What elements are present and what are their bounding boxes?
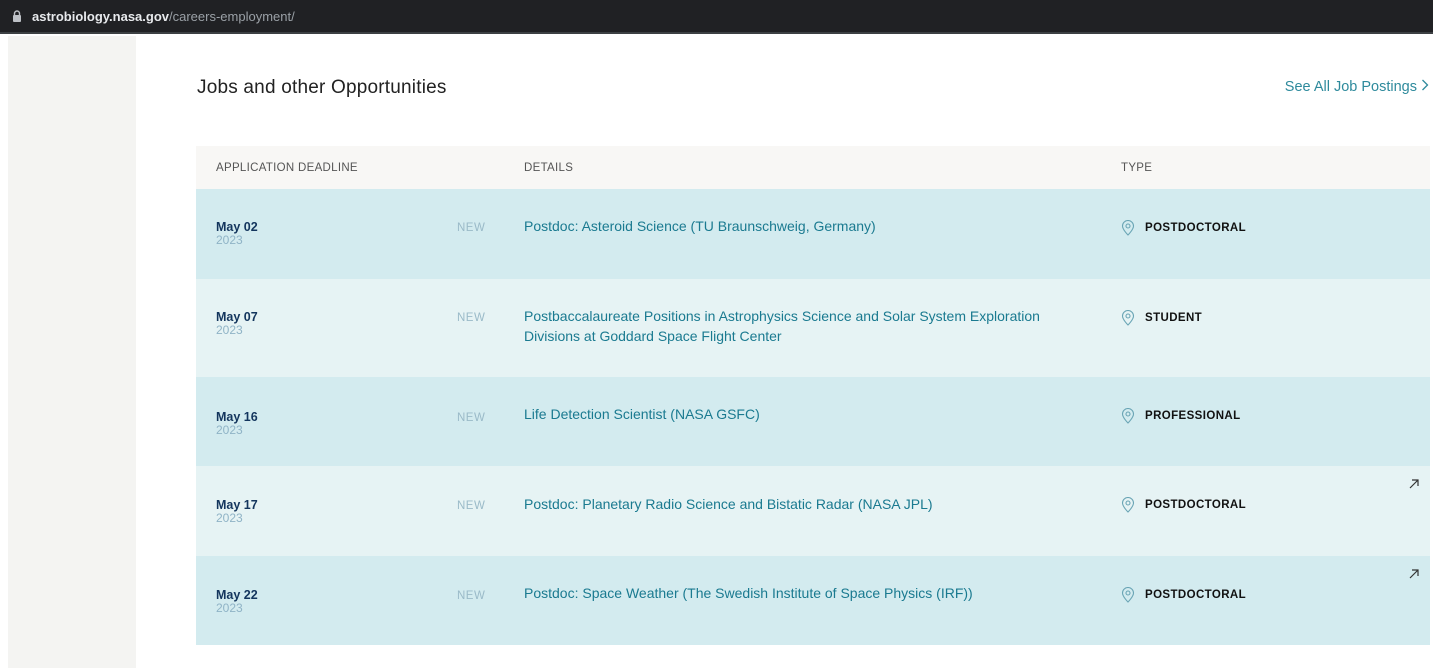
url-path: /careers-employment/ (169, 8, 295, 24)
table-row[interactable]: May 02 2023 NEW Postdoc: Asteroid Science… (196, 189, 1430, 279)
jobs-table: APPLICATION DEADLINE DETAILS TYPE May 02… (196, 146, 1430, 645)
type-label: POSTDOCTORAL (1145, 589, 1247, 601)
location-pin-icon (1121, 220, 1135, 236)
row-year: 2023 (216, 233, 243, 247)
job-title-link[interactable]: Postdoc: Planetary Radio Science and Bis… (524, 494, 1064, 514)
section-title: Jobs and other Opportunities (197, 77, 447, 98)
type-label: POSTDOCTORAL (1145, 222, 1247, 234)
url-domain: astrobiology.nasa.gov (32, 8, 170, 24)
row-type: STUDENT (1121, 310, 1202, 326)
header-details: DETAILS (524, 161, 574, 174)
row-date: May 16 2023 (216, 410, 258, 437)
table-row[interactable]: May 07 2023 NEW Postbaccalaureate Positio… (196, 279, 1430, 377)
job-title-link[interactable]: Postdoc: Space Weather (The Swedish Inst… (524, 583, 1064, 603)
new-badge: NEW (457, 500, 486, 512)
job-title-link[interactable]: Postbaccalaureate Positions in Astrophys… (524, 306, 1064, 346)
row-date: May 07 2023 (216, 310, 258, 337)
header-deadline: APPLICATION DEADLINE (216, 161, 358, 174)
new-badge: NEW (457, 412, 486, 424)
row-type: POSTDOCTORAL (1121, 497, 1246, 513)
type-label: POSTDOCTORAL (1145, 499, 1247, 511)
job-title-link[interactable]: Life Detection Scientist (NASA GSFC) (524, 404, 1064, 424)
header-type: TYPE (1121, 161, 1153, 174)
left-sidebar (8, 36, 136, 668)
see-all-job-postings-link[interactable]: See All Job Postings (1285, 79, 1429, 95)
type-label: PROFESSIONAL (1145, 410, 1241, 422)
location-pin-icon (1121, 408, 1135, 424)
row-year: 2023 (216, 423, 243, 437)
location-pin-icon (1121, 587, 1135, 603)
row-type: PROFESSIONAL (1121, 408, 1241, 424)
row-type: POSTDOCTORAL (1121, 587, 1246, 603)
see-all-label: See All Job Postings (1284, 79, 1417, 95)
new-badge: NEW (457, 590, 486, 602)
new-badge: NEW (457, 222, 486, 234)
row-type: POSTDOCTORAL (1121, 220, 1246, 236)
row-date: May 17 2023 (216, 498, 258, 525)
location-pin-icon (1121, 310, 1135, 326)
table-row[interactable]: May 22 2023 NEW Postdoc: Space Weather (T… (196, 556, 1430, 645)
external-link-icon[interactable] (1408, 477, 1420, 489)
table-row[interactable]: May 16 2023 NEW Life Detection Scientist … (196, 377, 1430, 466)
location-pin-icon (1121, 497, 1135, 513)
row-date: May 22 2023 (216, 588, 258, 615)
job-title-link[interactable]: Postdoc: Asteroid Science (TU Braunschwe… (524, 216, 1064, 236)
external-link-icon[interactable] (1408, 567, 1420, 579)
type-label: STUDENT (1145, 312, 1203, 324)
new-badge: NEW (457, 312, 486, 324)
lock-icon (10, 9, 24, 23)
chevron-right-icon (1421, 79, 1429, 95)
table-row[interactable]: May 17 2023 NEW Postdoc: Planetary Radio … (196, 466, 1430, 556)
address-bar[interactable]: astrobiology.nasa.gov/careers-employment… (0, 0, 1433, 34)
row-year: 2023 (216, 511, 243, 525)
row-date: May 02 2023 (216, 220, 258, 247)
table-header: APPLICATION DEADLINE DETAILS TYPE (196, 146, 1430, 189)
row-year: 2023 (216, 323, 243, 337)
row-year: 2023 (216, 601, 243, 615)
